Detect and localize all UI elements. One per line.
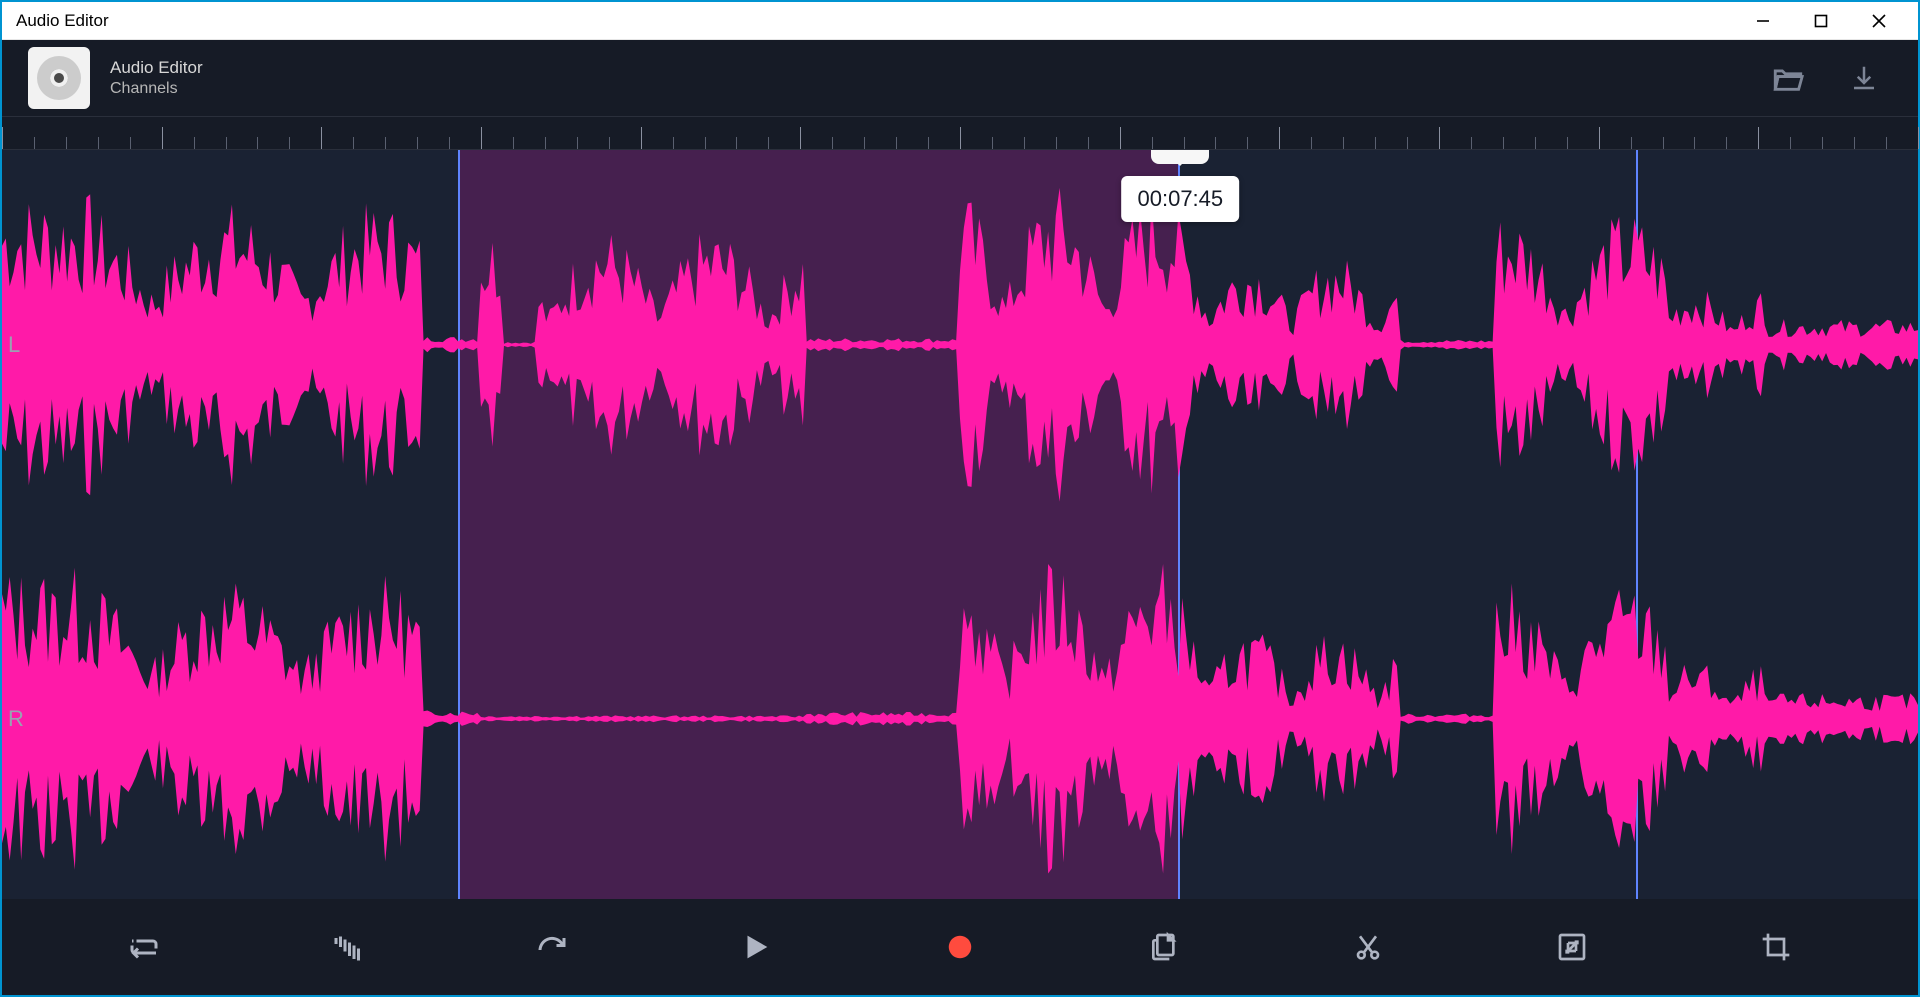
waveform-right [2,539,1918,899]
window-titlebar[interactable]: Audio Editor [2,2,1918,40]
app-subtitle: Channels [110,80,203,98]
app-logo [28,47,90,109]
app-body: Audio Editor Channels L [2,40,1918,995]
window-close-button[interactable] [1850,3,1908,39]
window-maximize-button[interactable] [1792,3,1850,39]
repeat-icon [126,929,162,965]
redo-button[interactable] [520,915,584,979]
copy-button[interactable] [1132,915,1196,979]
resize-icon [1556,931,1588,963]
fade-button[interactable] [316,915,380,979]
repeat-button[interactable] [112,915,176,979]
copy-icon [1148,931,1180,963]
app-window: Audio Editor Audio Editor Channels [0,0,1920,997]
open-file-button[interactable] [1760,50,1816,106]
redo-icon [534,929,570,965]
window-title: Audio Editor [16,11,1734,31]
play-button[interactable] [724,915,788,979]
maximize-icon [1814,14,1828,28]
window-minimize-button[interactable] [1734,3,1792,39]
channel-left-label: L [8,332,20,358]
folder-open-icon [1771,61,1805,95]
window-controls [1734,3,1908,39]
disc-icon [37,56,81,100]
fade-icon [330,929,366,965]
close-icon [1872,14,1886,28]
app-title-block: Audio Editor Channels [110,58,203,98]
cut-button[interactable] [1336,915,1400,979]
timeline-ruler[interactable] [2,116,1918,150]
minimize-icon [1756,14,1770,28]
crop-icon [1760,931,1792,963]
channel-left: L [2,165,1918,525]
resize-button[interactable] [1540,915,1604,979]
record-icon [945,932,975,962]
waveform-area[interactable]: L R 00:07:45 [2,150,1918,899]
download-icon [1849,63,1879,93]
playhead-timecode: 00:07:45 [1122,176,1240,222]
play-icon [739,930,773,964]
playhead-handle[interactable] [1151,150,1209,164]
scissors-icon [1352,931,1384,963]
record-button[interactable] [928,915,992,979]
crop-button[interactable] [1744,915,1808,979]
app-header: Audio Editor Channels [2,40,1918,116]
waveform-left [2,165,1918,525]
drag-handle-icon [1167,150,1193,153]
download-button[interactable] [1836,50,1892,106]
bottom-toolbar [2,899,1918,995]
app-name: Audio Editor [110,58,203,78]
channel-right-label: R [8,706,24,732]
channel-right: R [2,539,1918,899]
